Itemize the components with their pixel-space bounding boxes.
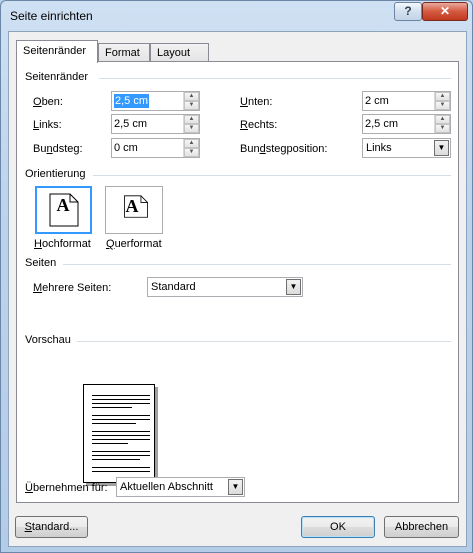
preview-text-line [92, 399, 150, 400]
oben-spinner[interactable]: 2,5 cm ▲ ▼ [111, 91, 200, 111]
apply-to-label: Übernehmen für: [25, 482, 108, 494]
apply-to-select[interactable]: Aktuellen Abschnitt ▼ [116, 477, 245, 497]
tab-seitenraender[interactable]: Seitenränder [16, 40, 98, 63]
portrait-letter: A [56, 195, 70, 215]
oben-value[interactable]: 2,5 cm [114, 94, 150, 108]
rechts-up-arrow-icon[interactable]: ▲ [435, 115, 450, 124]
portrait-label[interactable]: Hochformat [34, 237, 91, 251]
links-value[interactable]: 2,5 cm [114, 117, 147, 131]
unten-up-arrow-icon[interactable]: ▲ [435, 92, 450, 101]
preview-text-line [92, 451, 150, 452]
preview-text-line [92, 471, 150, 472]
links-label: Links: [33, 119, 62, 131]
preview-text-line [92, 419, 150, 420]
bundsteg-down-arrow-icon[interactable]: ▼ [184, 148, 199, 157]
set-default-button[interactable]: Standard... [15, 516, 88, 538]
oben-label: Oben: [33, 96, 63, 108]
margins-section-label: Seitenränder [25, 71, 88, 83]
portrait-button[interactable]: A [35, 186, 92, 234]
preview-text-line [92, 443, 128, 444]
preview-text-line [92, 439, 150, 440]
pages-section-divider [63, 264, 451, 265]
bundstegposition-select[interactable]: Links ▼ [362, 138, 451, 158]
dialog-client-area: Seitenränder Format Layout Seitenränder … [8, 31, 467, 547]
chevron-down-icon[interactable]: ▼ [286, 279, 301, 295]
multiple-pages-select[interactable]: Standard ▼ [147, 277, 303, 297]
unten-spinner[interactable]: 2 cm ▲ ▼ [362, 91, 451, 111]
orientation-section-divider [93, 175, 451, 176]
landscape-label[interactable]: Querformat [106, 237, 162, 251]
cancel-button[interactable]: Abbrechen [384, 516, 459, 538]
margins-section-divider [99, 78, 451, 79]
preview-text-line [92, 467, 150, 468]
preview-text-line [92, 431, 150, 432]
oben-up-arrow-icon[interactable]: ▲ [184, 92, 199, 101]
bundsteg-spinner[interactable]: 0 cm ▲ ▼ [111, 138, 200, 158]
help-button[interactable]: ? [394, 2, 422, 21]
tab-layout[interactable]: Layout [150, 43, 209, 62]
window-title: Seite einrichten [10, 9, 93, 23]
links-up-arrow-icon[interactable]: ▲ [184, 115, 199, 124]
multiple-pages-label: Mehrere Seiten: [33, 282, 112, 294]
preview-text-line [92, 403, 150, 404]
rechts-down-arrow-icon[interactable]: ▼ [435, 124, 450, 133]
preview-text-line [92, 459, 140, 460]
bundsteg-label: Bundsteg: [33, 143, 83, 155]
preview-text-line [92, 415, 150, 416]
preview-text-line [92, 395, 150, 396]
bundsteg-up-arrow-icon[interactable]: ▲ [184, 139, 199, 148]
orientation-section-label: Orientierung [25, 168, 86, 180]
unten-value[interactable]: 2 cm [365, 94, 389, 108]
bundstegposition-value: Links [366, 142, 392, 154]
chevron-down-icon[interactable]: ▼ [434, 140, 449, 156]
bundstegposition-label: Bundstegposition: [240, 143, 328, 155]
page-setup-dialog: Seite einrichten ? ✕ Seitenränder Format… [0, 0, 473, 553]
apply-to-value: Aktuellen Abschnitt [120, 481, 213, 493]
rechts-label: Rechts: [240, 119, 278, 131]
title-bar: Seite einrichten ? ✕ [1, 1, 472, 31]
preview-section-divider [77, 341, 451, 342]
close-button[interactable]: ✕ [422, 2, 468, 21]
preview-text-line [92, 455, 150, 456]
landscape-button[interactable]: A [105, 186, 163, 234]
preview-section-label: Vorschau [25, 334, 71, 346]
rechts-value[interactable]: 2,5 cm [365, 117, 398, 131]
preview-text-line [92, 407, 132, 408]
tab-panel-seitenraender: Seitenränder Oben: 2,5 cm ▲ ▼ Unten: 2 c… [16, 61, 459, 503]
unten-down-arrow-icon[interactable]: ▼ [435, 101, 450, 110]
oben-down-arrow-icon[interactable]: ▼ [184, 101, 199, 110]
unten-label: Unten: [240, 96, 273, 108]
landscape-letter: A [125, 196, 139, 216]
bundsteg-value[interactable]: 0 cm [114, 141, 138, 155]
links-down-arrow-icon[interactable]: ▼ [184, 124, 199, 133]
pages-section-label: Seiten [25, 257, 57, 269]
tab-format[interactable]: Format [98, 43, 150, 62]
chevron-down-icon[interactable]: ▼ [228, 479, 243, 495]
links-spinner[interactable]: 2,5 cm ▲ ▼ [111, 114, 200, 134]
rechts-spinner[interactable]: 2,5 cm ▲ ▼ [362, 114, 451, 134]
multiple-pages-value: Standard [151, 281, 196, 293]
preview-text-line [92, 423, 136, 424]
ok-button[interactable]: OK [301, 516, 375, 538]
page-preview [83, 384, 155, 483]
preview-text-line [92, 435, 150, 436]
